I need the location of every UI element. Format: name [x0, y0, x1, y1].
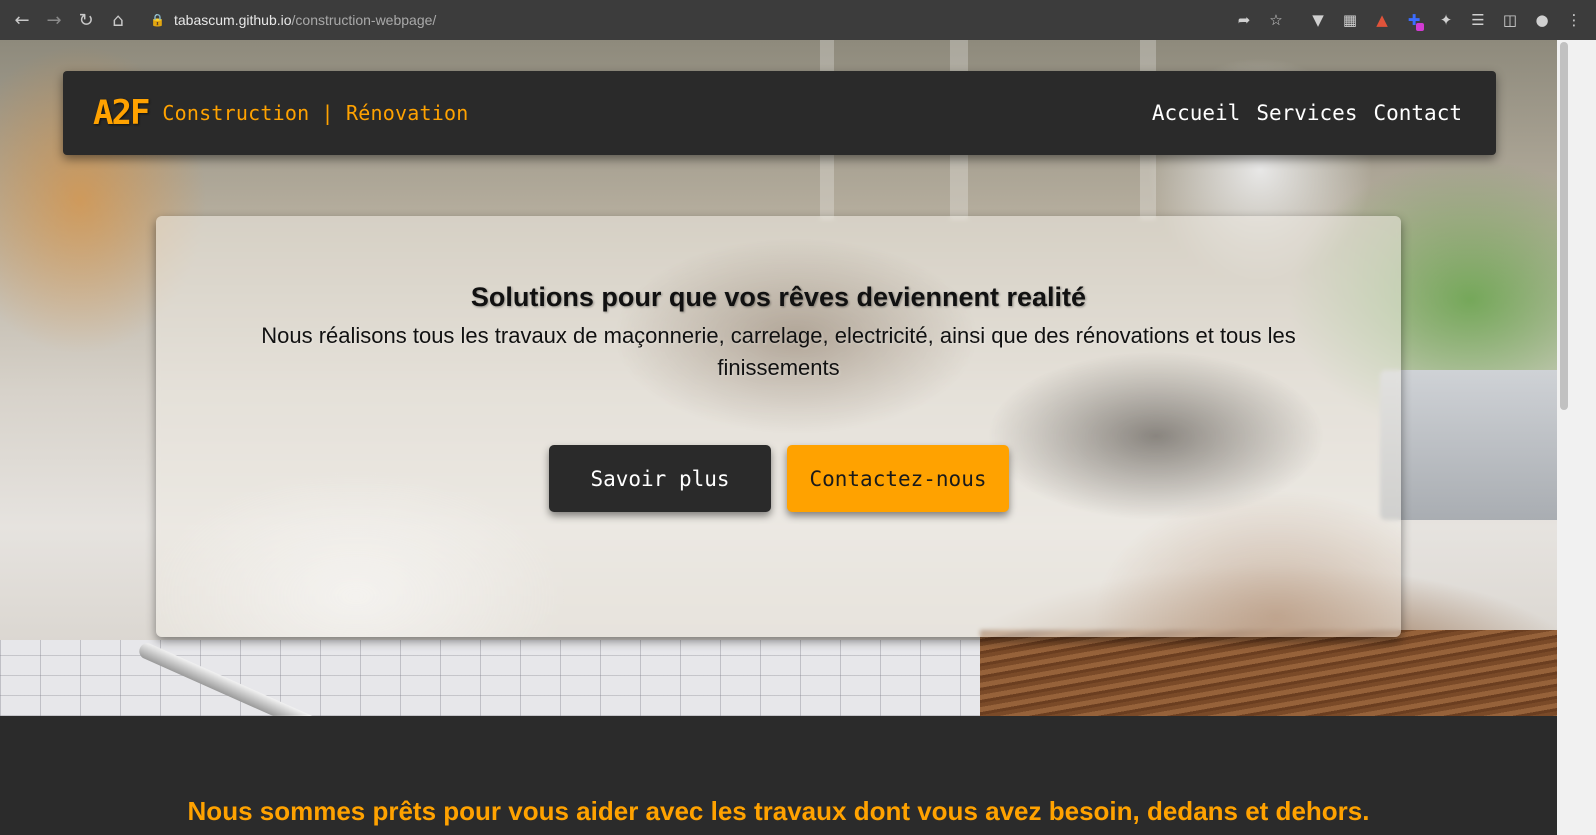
site-logo[interactable]: A2F	[93, 93, 150, 133]
extension-table-icon[interactable]: ▦	[1336, 6, 1364, 34]
hero-background: A2F Construction | Rénovation Accueil Se…	[0, 40, 1557, 774]
nav-link-accueil[interactable]: Accueil	[1152, 101, 1241, 125]
site-header: A2F Construction | Rénovation Accueil Se…	[63, 71, 1496, 155]
browser-toolbar: ← → ↻ ⌂ 🔒 tabascum.github.io/constructio…	[0, 0, 1596, 40]
hero-laptop-decoration	[1380, 370, 1557, 520]
hero-subtitle: Nous réalisons tous les travaux de maçon…	[261, 323, 1296, 380]
home-icon[interactable]: ⌂	[102, 4, 134, 36]
share-icon[interactable]: ➦	[1230, 6, 1258, 34]
page-content: A2F Construction | Rénovation Accueil Se…	[0, 40, 1557, 835]
menu-icon[interactable]: ⋮	[1560, 6, 1588, 34]
back-icon[interactable]: ←	[6, 4, 38, 36]
scrollbar-thumb[interactable]	[1560, 42, 1568, 410]
puzzle-icon[interactable]: ✦	[1432, 6, 1460, 34]
learn-more-button[interactable]: Savoir plus	[549, 445, 771, 512]
profile-icon[interactable]: ●	[1528, 6, 1556, 34]
page-scrollbar[interactable]	[1557, 40, 1596, 835]
url-host: tabascum.github.io	[174, 12, 292, 28]
star-icon[interactable]: ☆	[1262, 6, 1290, 34]
browser-toolbar-right: ➦ ☆ ▼ ▦ ▲ ✚ ✦ ☰ ◫ ● ⋮	[1230, 4, 1588, 36]
forward-icon[interactable]: →	[38, 4, 70, 36]
reload-icon[interactable]: ↻	[70, 4, 102, 36]
reading-list-icon[interactable]: ☰	[1464, 6, 1492, 34]
extension-color-icon[interactable]: ✚	[1400, 6, 1428, 34]
contact-us-button[interactable]: Contactez-nous	[787, 445, 1009, 512]
url-path: /construction-webpage/	[291, 12, 437, 28]
nav-link-contact[interactable]: Contact	[1373, 101, 1462, 125]
site-brand: Construction | Rénovation	[162, 101, 469, 125]
hero-wood-decoration	[980, 630, 1557, 716]
extension-red-icon[interactable]: ▲	[1368, 6, 1396, 34]
hero-card: Solutions pour que vos rêves deviennent …	[156, 216, 1401, 637]
extension-v-icon[interactable]: ▼	[1304, 6, 1332, 34]
main-nav: Accueil Services Contact	[1152, 71, 1462, 155]
intro-section-title: Nous sommes prêts pour vous aider avec l…	[187, 796, 1370, 826]
intro-section: Nous sommes prêts pour vous aider avec l…	[0, 716, 1557, 835]
side-panel-icon[interactable]: ◫	[1496, 6, 1524, 34]
address-bar[interactable]: 🔒 tabascum.github.io/construction-webpag…	[140, 5, 1210, 35]
hero-title: Solutions pour que vos rêves deviennent …	[470, 282, 1087, 312]
lock-icon[interactable]: 🔒	[150, 13, 166, 27]
nav-link-services[interactable]: Services	[1256, 101, 1357, 125]
